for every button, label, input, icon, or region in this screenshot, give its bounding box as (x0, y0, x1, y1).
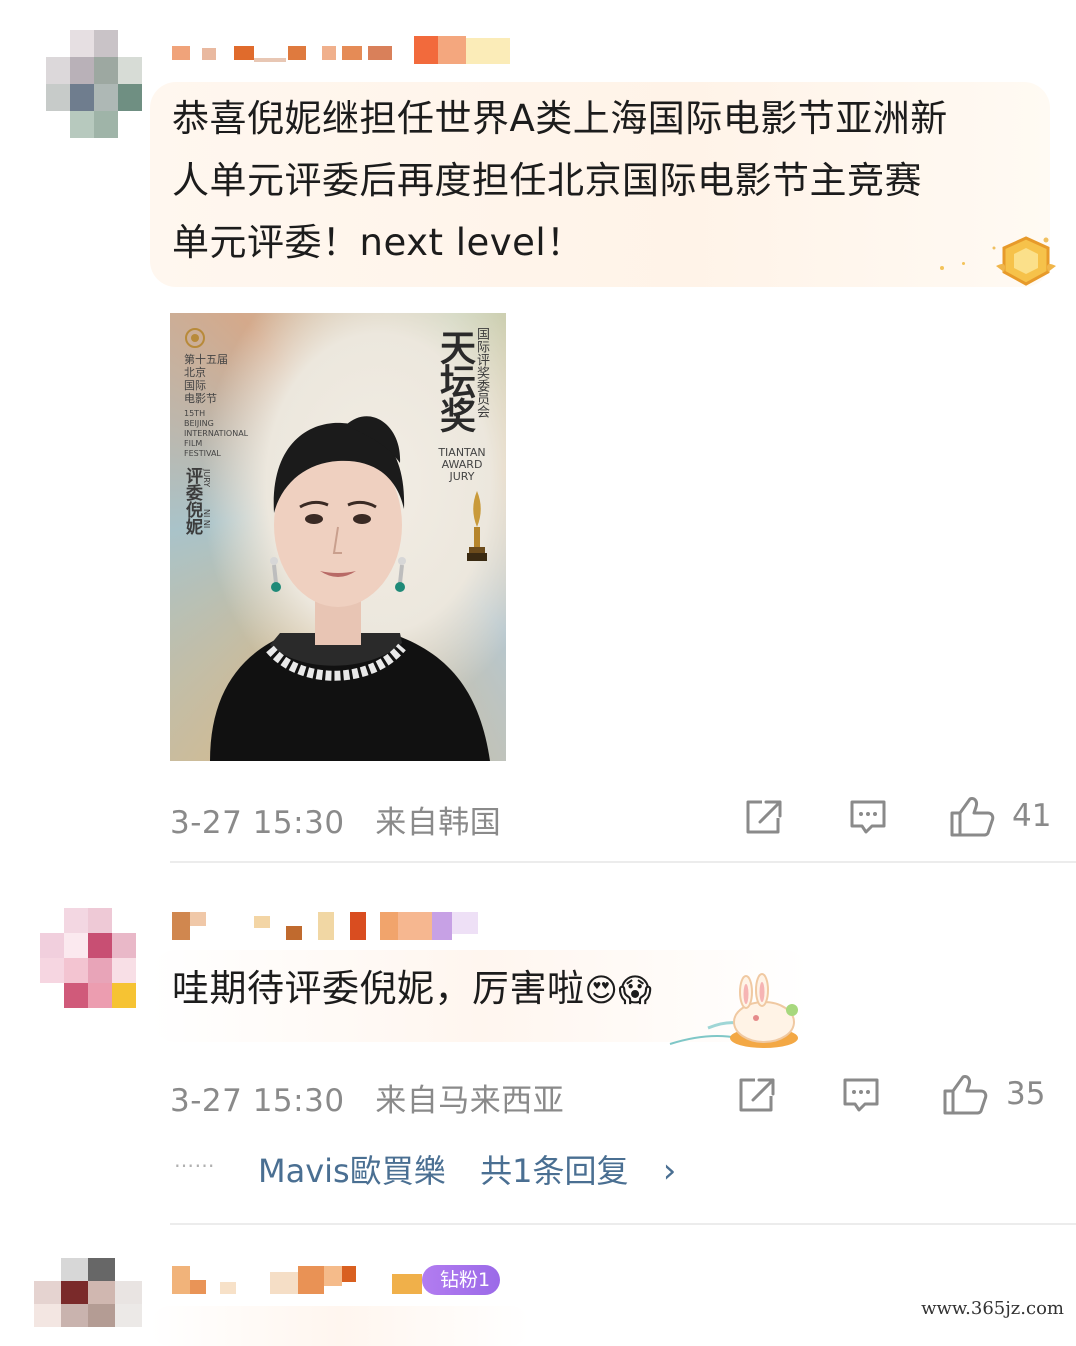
share-icon[interactable] (737, 1076, 777, 1114)
like-count: 35 (1006, 1076, 1046, 1112)
comment-location: 来自韩国 (375, 805, 502, 841)
divider (170, 1223, 1076, 1225)
comment-line: 哇期待评委倪妮，厉害啦 (172, 967, 585, 1010)
avatar[interactable] (40, 908, 136, 1008)
star-badge-icon (992, 236, 1056, 286)
comment-line: 单元评委！next level！ (172, 221, 584, 264)
divider (170, 861, 1076, 863)
comment-line: 人单元评委后再度担任北京国际电影节主竞赛 (172, 159, 922, 202)
reply-dots: …… (174, 1148, 215, 1172)
reply-username[interactable]: Mavis歐買樂 (258, 1152, 446, 1190)
rabbit-sticker-icon (669, 973, 798, 1048)
reply-count[interactable]: 共1条回复 (480, 1152, 628, 1190)
comment-icon[interactable] (848, 798, 888, 838)
like-icon[interactable] (948, 795, 996, 839)
fan-badge[interactable]: 钻粉1 (422, 1265, 501, 1295)
reply-link[interactable]: Mavis歐買樂 共1条回复 › (258, 1146, 676, 1192)
emoji-reaction: 😍😱 (584, 971, 653, 1009)
portrait-figure (210, 416, 490, 761)
comment-text: 哇期待评委倪妮，厉害啦😍😱 (172, 958, 652, 1021)
avatar[interactable] (34, 1258, 142, 1327)
comment-line: 恭喜倪妮继担任世界A类上海国际电影节亚洲新 (172, 97, 948, 140)
comment-location: 来自马来西亚 (375, 1083, 565, 1119)
username-blurred[interactable] (172, 910, 482, 942)
comment-meta: 3-27 15:30 来自马来西亚 (170, 1075, 564, 1120)
chevron-right-icon[interactable]: › (663, 1151, 677, 1191)
comment-bubble (150, 1306, 530, 1346)
avatar[interactable] (46, 30, 142, 138)
share-icon[interactable] (744, 798, 784, 836)
like-icon[interactable] (941, 1073, 989, 1117)
comment-text: 恭喜倪妮继担任世界A类上海国际电影节亚洲新 人单元评委后再度担任北京国际电影节主… (172, 88, 1032, 274)
comment-timestamp: 3-27 15:30 (170, 1083, 345, 1119)
comment-meta: 3-27 15:30 来自韩国 (170, 797, 501, 842)
like-count: 41 (1012, 798, 1052, 834)
username-blurred[interactable] (172, 36, 512, 66)
comment-icon[interactable] (841, 1076, 881, 1116)
poster-image[interactable]: 第十五届 北京 国际 电影节 15TH BEIJING INTERNATIONA… (170, 313, 506, 761)
comment-timestamp: 3-27 15:30 (170, 805, 345, 841)
watermark: www.365jz.com (917, 1298, 1068, 1319)
sparkle-decoration (940, 262, 970, 272)
username-blurred[interactable] (172, 1262, 422, 1296)
